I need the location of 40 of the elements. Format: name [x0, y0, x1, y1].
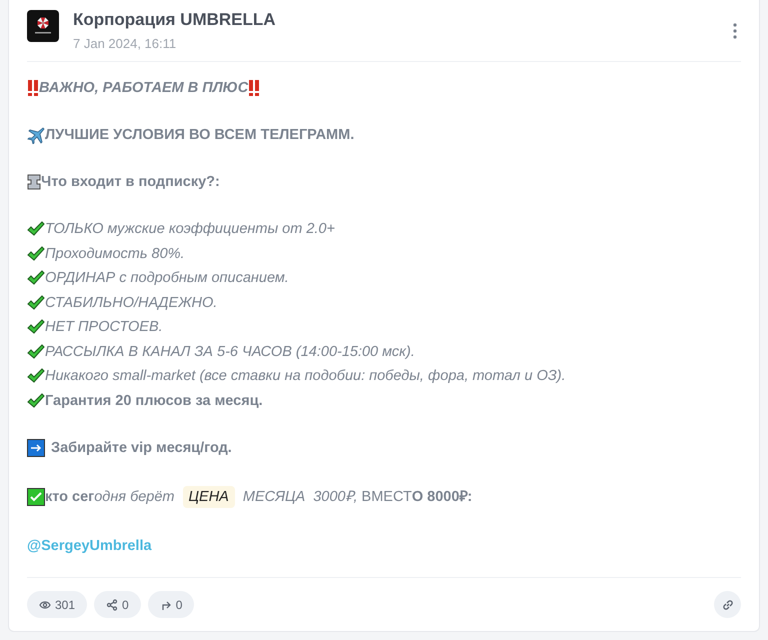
airplane-icon — [27, 126, 45, 144]
message-text: ОРДИНАР с подробным описанием. — [45, 269, 289, 287]
eye-icon — [39, 598, 51, 610]
message-text: Что входит в подписку?: — [41, 173, 220, 191]
post-date: 7 Jan 2024, 16:11 — [73, 36, 178, 51]
channel-name: Корпорация UMBRELLA — [73, 10, 277, 30]
check-icon — [27, 342, 45, 360]
check-icon — [27, 367, 45, 385]
double-exclamation-icon — [248, 79, 260, 97]
check-icon — [27, 294, 45, 312]
message-text: Никакого small-market (все ставки на подобии: победы, фора, тотал и ОЗ). — [45, 367, 566, 385]
message-text: Забирайте vip месяц/год. — [51, 438, 232, 456]
umbrella-logo — [27, 10, 59, 42]
message-text: РАССЫЛКА В КАНАЛ ЗА 5-6 ЧАСОВ (14:00-15:00 мск). — [45, 342, 415, 360]
message-text: Гарантия 20 плюсов за месяц. — [45, 392, 263, 410]
check-icon — [27, 318, 45, 336]
highlighted-text: ЦЕНА — [182, 486, 235, 508]
share-icon — [106, 598, 118, 610]
message-text: кто сег — [45, 488, 94, 506]
forward-icon — [160, 598, 172, 610]
message-text: ВАЖНО, РАБОТАЕМ В ПЛЮС — [39, 79, 248, 97]
forwards-counter[interactable]: 0 — [148, 591, 194, 618]
message-text: одня берёт — [94, 488, 174, 506]
check-icon — [27, 269, 45, 287]
check-icon — [27, 244, 45, 262]
message-text: ТОЛЬКО мужские коэффициенты от 2.0+ — [45, 220, 335, 238]
message-text: НЕТ ПРОСТОЕВ. — [45, 318, 163, 336]
more-icon — [733, 23, 737, 39]
checkbox-icon — [27, 488, 45, 506]
double-exclamation-icon — [27, 79, 39, 97]
copy-link-button[interactable] — [714, 591, 741, 618]
shares-counter[interactable]: 0 — [94, 591, 141, 618]
check-icon — [27, 220, 45, 238]
check-icon — [27, 392, 45, 410]
message-text: ЛУЧШИЕ УСЛОВИЯ ВО ВСЕМ ТЕЛЕГРАММ. — [45, 126, 354, 144]
message-text: МЕСЯЦА 3000₽, ВМЕСТО 8000₽: — [242, 488, 472, 506]
link-icon — [722, 598, 734, 610]
views-counter[interactable]: 301 — [27, 591, 88, 618]
message-text: СТАБИЛЬНО/НАДЕЖНО. — [45, 294, 218, 312]
message-text: Проходимость 80%. — [45, 244, 185, 262]
